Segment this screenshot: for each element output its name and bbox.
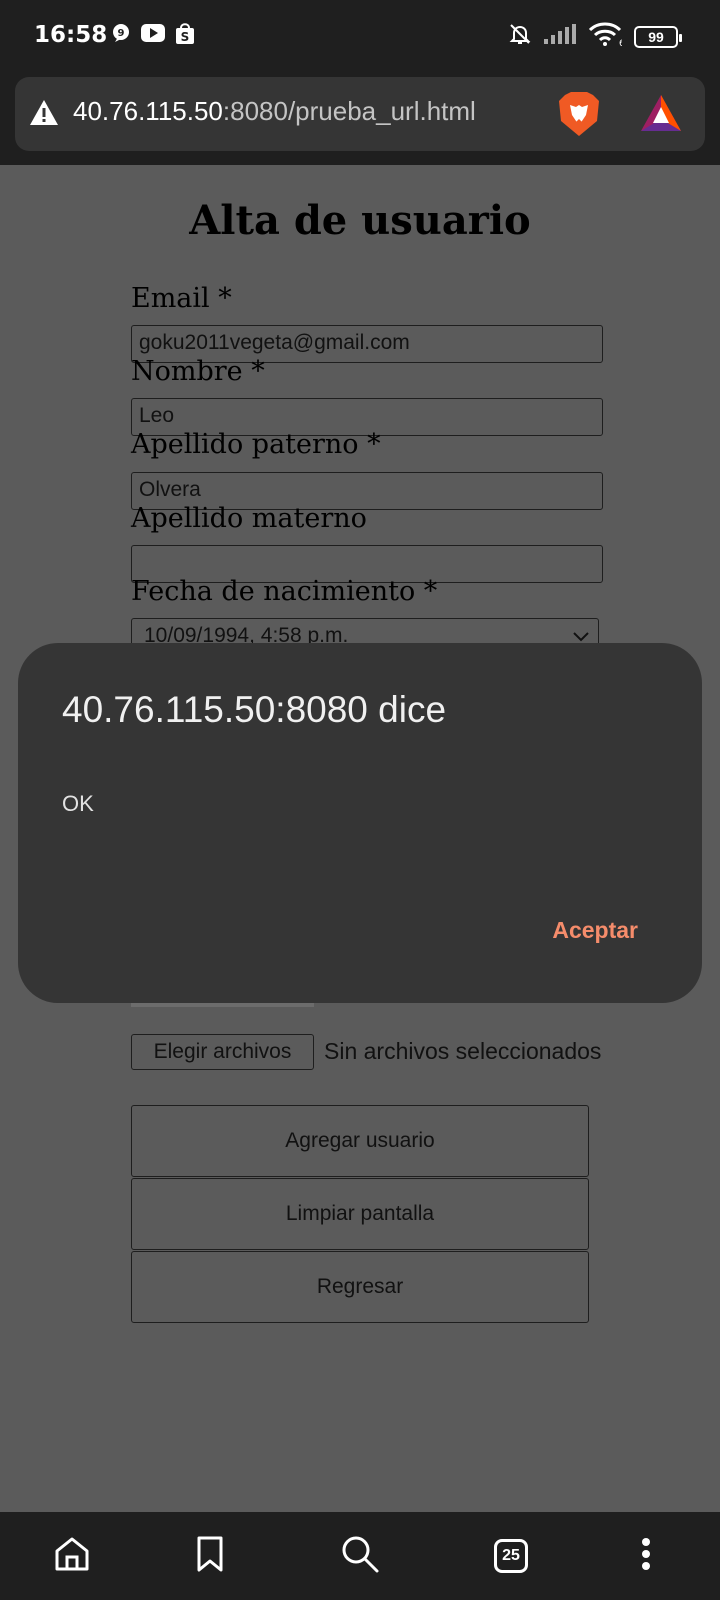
home-button[interactable] — [48, 1532, 96, 1580]
bat-triangle-icon[interactable] — [639, 93, 683, 138]
dialog-message: OK — [62, 791, 94, 816]
notification-icons: 9 S — [111, 22, 195, 49]
url-host: 40.76.115.50 — [73, 96, 223, 126]
bookmark-icon — [195, 1535, 225, 1578]
add-user-button[interactable]: Agregar usuario — [131, 1105, 589, 1177]
url-text[interactable]: 40.76.115.50:8080/prueba_url.html — [73, 96, 476, 127]
back-button[interactable]: Regresar — [131, 1251, 589, 1323]
search-button[interactable] — [336, 1532, 384, 1580]
address-bar[interactable]: 40.76.115.50:8080/prueba_url.html — [15, 77, 705, 151]
tabs-button[interactable]: 25 — [487, 1532, 535, 1580]
clear-screen-button[interactable]: Limpiar pantalla — [131, 1178, 589, 1250]
apellido-paterno-label: Apellido paterno * — [131, 429, 381, 460]
accept-button[interactable]: Aceptar — [552, 917, 638, 944]
email-label: Email * — [131, 283, 232, 314]
file-status-text: Sin archivos seleccionados — [324, 1038, 602, 1064]
wifi-icon: 6 — [588, 22, 625, 51]
home-icon — [53, 1535, 91, 1578]
page-title: Alta de usuario — [189, 197, 531, 244]
search-icon — [340, 1534, 380, 1579]
svg-text:9: 9 — [118, 28, 125, 39]
bottom-navigation: 25 — [0, 1512, 720, 1600]
url-path: :8080/prueba_url.html — [222, 96, 476, 126]
fecha-nacimiento-label: Fecha de nacimiento * — [131, 576, 438, 607]
battery-indicator: 99 — [634, 25, 682, 48]
dialog-title: 40.76.115.50:8080 dice — [62, 689, 447, 730]
system-icons: 6 99 — [508, 22, 682, 51]
apellido-materno-label: Apellido materno — [131, 503, 367, 534]
more-icon — [641, 1537, 651, 1576]
browser-toolbar: 40.76.115.50:8080/prueba_url.html — [0, 72, 720, 165]
svg-text:6: 6 — [619, 39, 622, 46]
youtube-icon — [141, 24, 165, 47]
svg-text:S: S — [181, 30, 190, 44]
bookmarks-button[interactable] — [186, 1532, 234, 1580]
status-bar: 16:58 9 S 6 99 — [0, 0, 720, 72]
tabs-icon: 25 — [494, 1539, 528, 1573]
bell-muted-icon — [508, 22, 532, 51]
alert-dialog: 40.76.115.50:8080 dice OK Aceptar — [18, 643, 702, 1003]
chat-icon: 9 — [111, 23, 131, 48]
brave-lion-icon[interactable] — [557, 91, 601, 142]
signal-icon — [544, 24, 576, 49]
nombre-label: Nombre * — [131, 356, 265, 387]
shopping-bag-icon: S — [175, 22, 195, 49]
status-time: 16:58 — [34, 22, 108, 48]
warning-icon[interactable] — [29, 99, 59, 132]
choose-files-button[interactable]: Elegir archivos — [131, 1034, 314, 1070]
more-menu-button[interactable] — [622, 1532, 670, 1580]
